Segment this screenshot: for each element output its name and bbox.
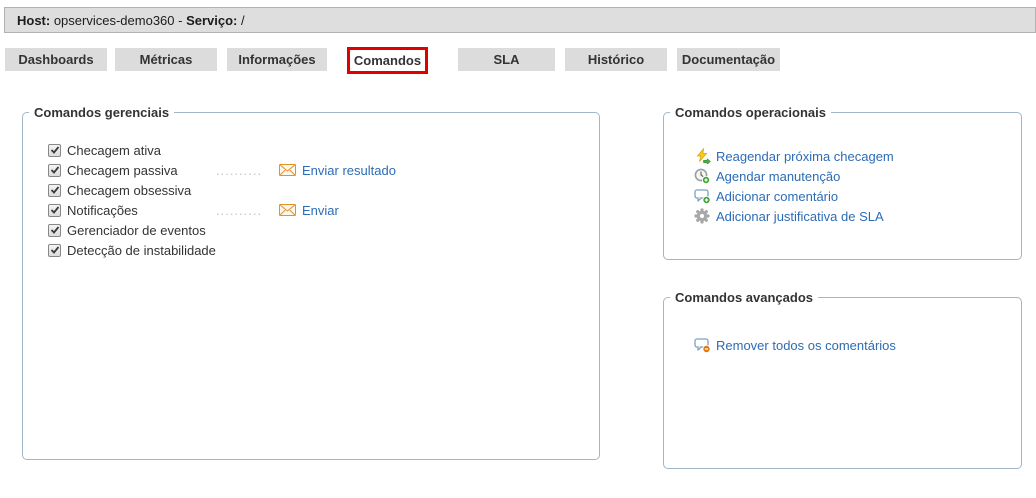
tab-documentacao[interactable]: Documentação xyxy=(677,48,780,71)
add-sla-justification-link[interactable]: Adicionar justificativa de SLA xyxy=(716,209,884,224)
send-result-link[interactable]: Enviar resultado xyxy=(302,163,396,178)
mail-icon xyxy=(279,164,296,176)
panel-title: Comandos avançados xyxy=(670,290,818,305)
service-label: Serviço: xyxy=(186,13,237,28)
checkbox-label: Gerenciador de eventos xyxy=(67,223,216,238)
checkbox-label: Checagem obsessiva xyxy=(67,183,216,198)
checkbox-label: Detecção de instabilidade xyxy=(67,243,216,258)
checkbox[interactable] xyxy=(48,204,61,217)
panel-management-commands: Comandos gerenciais Checagem ativa Checa… xyxy=(22,105,600,460)
tab-historico[interactable]: Histórico xyxy=(565,48,667,71)
command-row: Adicionar comentário xyxy=(694,186,1021,206)
check-row-obsessive-check: Checagem obsessiva xyxy=(48,180,599,200)
schedule-maintenance-icon xyxy=(694,168,712,184)
send-link[interactable]: Enviar xyxy=(302,203,339,218)
remove-all-comments-link[interactable]: Remover todos os comentários xyxy=(716,338,896,353)
checkbox[interactable] xyxy=(48,144,61,157)
dotted-leader: ............ xyxy=(216,203,262,218)
reschedule-next-check-link[interactable]: Reagendar próxima checagem xyxy=(716,149,894,164)
checkbox-label: Checagem passiva xyxy=(67,163,216,178)
service-value: / xyxy=(237,13,244,28)
add-comment-icon xyxy=(694,188,712,204)
host-service-bar: Host: opservices-demo360 - Serviço: / xyxy=(4,7,1036,33)
remove-comments-icon xyxy=(694,337,712,353)
command-row: Adicionar justificativa de SLA xyxy=(694,206,1021,226)
host-label: Host: xyxy=(17,13,50,28)
check-row-passive-check: Checagem passiva ............ Enviar res… xyxy=(48,160,599,180)
panel-title: Comandos gerenciais xyxy=(29,105,174,120)
sla-justification-gear-icon xyxy=(694,208,712,224)
command-row: Remover todos os comentários xyxy=(694,335,1021,355)
tab-comandos-active[interactable]: Comandos xyxy=(347,47,428,74)
panel-operational-commands: Comandos operacionais Reagendar próxima … xyxy=(663,105,1022,260)
commands-page: Host: opservices-demo360 - Serviço: / Da… xyxy=(0,0,1036,498)
checkbox[interactable] xyxy=(48,164,61,177)
add-comment-link[interactable]: Adicionar comentário xyxy=(716,189,838,204)
checkbox-label: Notificações xyxy=(67,203,216,218)
checkbox-label: Checagem ativa xyxy=(67,143,216,158)
panel-advanced-commands: Comandos avançados Remover todos os come… xyxy=(663,290,1022,469)
command-row: Agendar manutenção xyxy=(694,166,1021,186)
command-row: Reagendar próxima checagem xyxy=(694,146,1021,166)
check-row-notifications: Notificações ............ Enviar xyxy=(48,200,599,220)
mail-icon xyxy=(279,204,296,216)
tab-sla[interactable]: SLA xyxy=(458,48,555,71)
schedule-maintenance-link[interactable]: Agendar manutenção xyxy=(716,169,840,184)
checkbox[interactable] xyxy=(48,184,61,197)
check-row-flap-detection: Detecção de instabilidade xyxy=(48,240,599,260)
panel-title: Comandos operacionais xyxy=(670,105,831,120)
tab-metricas[interactable]: Métricas xyxy=(115,48,217,71)
separator: - xyxy=(178,13,186,28)
checkbox[interactable] xyxy=(48,224,61,237)
dotted-leader: ............ xyxy=(216,163,262,178)
tab-informacoes[interactable]: Informações xyxy=(227,48,327,71)
check-row-active-check: Checagem ativa xyxy=(48,140,599,160)
check-row-event-handler: Gerenciador de eventos xyxy=(48,220,599,240)
tab-dashboards[interactable]: Dashboards xyxy=(5,48,107,71)
checkbox[interactable] xyxy=(48,244,61,257)
reschedule-check-icon xyxy=(694,148,712,164)
host-value: opservices-demo360 xyxy=(50,13,178,28)
